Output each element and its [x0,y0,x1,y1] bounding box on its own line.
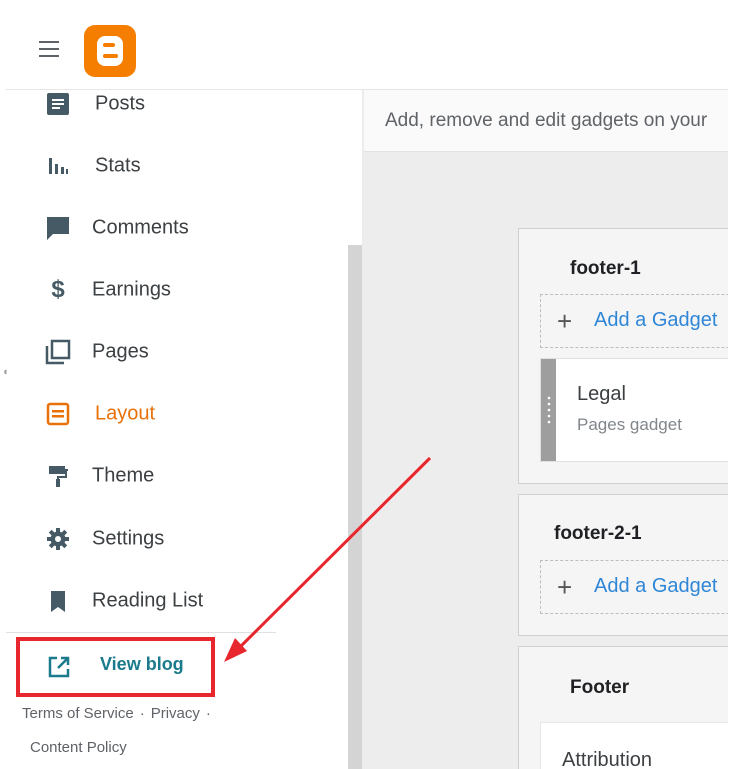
sidebar-item-label: Reading List [92,589,204,612]
section-title: footer-2-1 [554,523,642,544]
sidebar-item-stats[interactable]: Stats [6,135,348,197]
link-separator: · [205,705,211,722]
window-edge [728,0,735,769]
page-description: Add, remove and edit gadgets on your [385,110,708,131]
sidebar-item-settings[interactable]: Settings [6,508,348,570]
sidebar-item-label: Pages [92,340,149,363]
add-gadget-button[interactable]: + Add a Gadget [540,560,728,614]
add-gadget-label: Add a Gadget [594,309,718,331]
layout-section-footer-1: footer-1 + Add a Gadget Legal Pages gadg… [518,228,728,484]
sidebar-item-posts[interactable]: Posts [6,73,348,135]
plus-icon: + [557,306,573,336]
sidebar-item-theme[interactable]: Theme [6,445,348,507]
bookmark-icon [44,587,72,615]
layout-icon [44,400,72,428]
sidebar-scrollbar[interactable] [348,245,362,769]
hamburger-menu-icon[interactable] [37,39,61,59]
gadget-title: Legal [577,383,626,405]
sidebar-item-label: Stats [95,154,141,177]
sidebar-item-earnings[interactable]: $ Earnings [6,259,348,321]
comments-icon [44,214,72,242]
gadget-legal[interactable]: Legal Pages gadget [540,358,728,462]
paint-roller-icon [44,462,72,490]
sidebar-item-reading-list[interactable]: Reading List [6,570,348,632]
drag-handle-icon[interactable] [541,359,556,461]
gear-icon [44,525,72,553]
sidebar-item-label: Layout [95,402,156,425]
gadget-title: Attribution [562,749,653,769]
dollar-icon: $ [51,276,65,303]
sidebar-footer-links: Terms of Service · Privacy · Content Policy [22,704,252,758]
view-blog-link[interactable]: View blog [16,637,215,697]
stats-icon [44,152,72,180]
link-separator: · [139,705,145,722]
view-blog-label: View blog [100,654,184,674]
sidebar-item-label: Comments [92,216,189,239]
sidebar-item-label: Settings [92,527,165,550]
collapse-handle-icon[interactable]: ◖ [2,366,9,378]
pages-icon [44,338,72,366]
sidebar-item-comments[interactable]: Comments [6,197,348,259]
layout-section-footer-2-1: footer-2-1 + Add a Gadget [518,494,728,636]
layout-section-footer: Footer Attribution [518,646,728,769]
plus-icon: + [557,572,573,602]
content-policy-link[interactable]: Content Policy [30,739,127,756]
section-title: footer-1 [570,258,641,279]
blogger-logo-icon[interactable] [84,25,136,77]
gadget-attribution[interactable]: Attribution [540,722,728,769]
main-header: Add, remove and edit gadgets on your [364,90,728,152]
layout-main-area: Add, remove and edit gadgets on your foo… [364,90,728,769]
external-link-icon [48,656,70,678]
privacy-link[interactable]: Privacy [151,705,200,722]
terms-link[interactable]: Terms of Service [22,705,134,722]
section-title: Footer [570,677,630,698]
add-gadget-label: Add a Gadget [594,575,718,597]
gadget-subtitle: Pages gadget [577,415,682,434]
sidebar-item-label: Theme [92,464,155,487]
sidebar-item-pages[interactable]: Pages [6,321,348,383]
add-gadget-button[interactable]: + Add a Gadget [540,294,728,348]
sidebar-divider [6,632,276,633]
sidebar-item-label: Posts [95,92,146,115]
sidebar-item-layout[interactable]: Layout [6,383,348,445]
sidebar-item-label: Earnings [92,278,171,301]
posts-icon [44,90,72,118]
